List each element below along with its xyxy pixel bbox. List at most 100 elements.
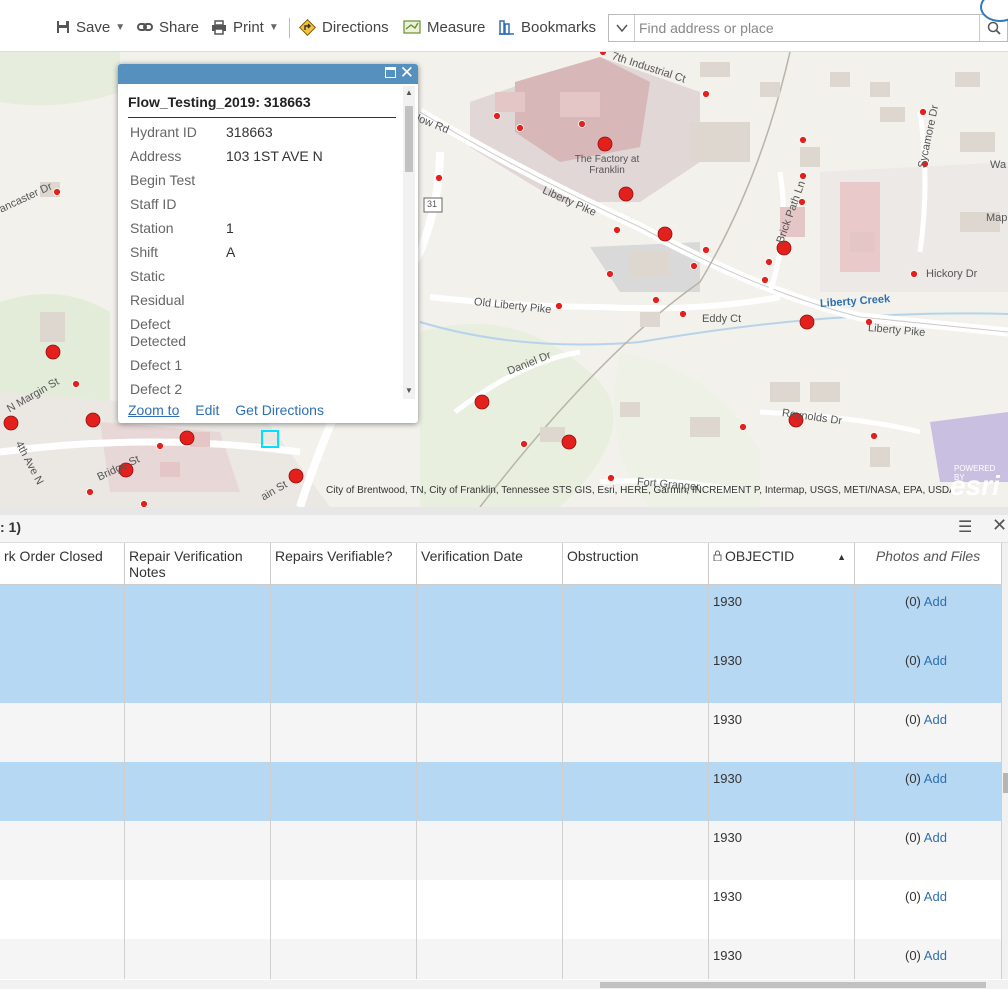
scroll-up-icon[interactable]: ▲	[405, 88, 413, 97]
close-icon[interactable]: ✕	[400, 64, 414, 83]
search-input[interactable]	[639, 18, 979, 38]
table-cell[interactable]	[271, 762, 417, 821]
table-cell[interactable]	[417, 585, 563, 644]
scroll-down-icon[interactable]: ▼	[405, 386, 413, 395]
add-attachment-link[interactable]: Add	[924, 771, 947, 786]
hydrant-marker[interactable]	[72, 380, 80, 388]
table-row[interactable]: 1930 (0) Add	[0, 821, 1002, 880]
table-cell[interactable]: 1930	[709, 939, 855, 979]
table-cell[interactable]	[417, 880, 563, 939]
table-cell[interactable]: 1930	[709, 644, 855, 703]
menu-icon[interactable]: ☰	[958, 517, 972, 537]
hydrant-marker[interactable]	[919, 108, 927, 116]
hydrant-marker[interactable]	[520, 440, 528, 448]
table-horizontal-scrollbar[interactable]	[0, 980, 1008, 989]
hydrant-marker[interactable]	[739, 423, 747, 431]
share-button[interactable]: Share	[137, 14, 199, 40]
hydrant-marker[interactable]	[53, 188, 61, 196]
hydrant-marker[interactable]	[702, 246, 710, 254]
hydrant-marker[interactable]	[618, 186, 634, 202]
table-cell[interactable]	[563, 762, 709, 821]
table-cell[interactable]	[0, 880, 125, 939]
add-attachment-link[interactable]: Add	[924, 594, 947, 609]
hydrant-marker[interactable]	[690, 262, 698, 270]
table-cell[interactable]	[271, 939, 417, 979]
table-cell[interactable]	[271, 703, 417, 762]
table-cell[interactable]	[563, 703, 709, 762]
table-cell[interactable]: (0) Add	[855, 762, 1002, 821]
selected-feature-highlight[interactable]	[261, 430, 279, 448]
directions-button[interactable]: Directions	[299, 14, 389, 40]
table-row[interactable]: 1930 (0) Add	[0, 585, 1002, 644]
save-button[interactable]: Save ▼	[56, 14, 125, 40]
table-cell[interactable]	[417, 703, 563, 762]
table-cell[interactable]: (0) Add	[855, 821, 1002, 880]
table-cell[interactable]	[271, 644, 417, 703]
hydrant-marker[interactable]	[910, 270, 918, 278]
search-source-dropdown[interactable]	[609, 15, 635, 41]
table-cell[interactable]	[125, 880, 271, 939]
scrollbar-thumb[interactable]	[600, 982, 986, 988]
table-cell[interactable]	[0, 703, 125, 762]
column-header[interactable]: Repair Verification Notes	[125, 543, 271, 585]
table-cell[interactable]: 1930	[709, 880, 855, 939]
table-cell[interactable]	[125, 762, 271, 821]
table-row[interactable]: 1930 (0) Add	[0, 880, 1002, 939]
table-cell[interactable]	[0, 585, 125, 644]
hydrant-marker[interactable]	[870, 432, 878, 440]
hydrant-marker[interactable]	[555, 302, 563, 310]
column-header[interactable]: Repairs Verifiable?	[271, 543, 417, 585]
hydrant-marker[interactable]	[493, 112, 501, 120]
table-cell[interactable]	[271, 821, 417, 880]
column-header[interactable]: Obstruction	[563, 543, 709, 585]
get-directions-link[interactable]: Get Directions	[235, 402, 324, 418]
hydrant-marker[interactable]	[679, 310, 687, 318]
table-cell[interactable]: (0) Add	[855, 585, 1002, 644]
hydrant-marker[interactable]	[702, 90, 710, 98]
table-cell[interactable]	[0, 644, 125, 703]
add-attachment-link[interactable]: Add	[924, 653, 947, 668]
table-cell[interactable]	[271, 585, 417, 644]
add-attachment-link[interactable]: Add	[924, 948, 947, 963]
table-cell[interactable]: (0) Add	[855, 939, 1002, 979]
table-cell[interactable]	[417, 821, 563, 880]
table-cell[interactable]: 1930	[709, 762, 855, 821]
table-cell[interactable]: (0) Add	[855, 644, 1002, 703]
table-cell[interactable]	[563, 585, 709, 644]
table-cell[interactable]	[125, 644, 271, 703]
table-cell[interactable]: (0) Add	[855, 880, 1002, 939]
table-row[interactable]: 1930 (0) Add	[0, 703, 1002, 762]
hydrant-marker[interactable]	[45, 344, 61, 360]
bookmarks-button[interactable]: Bookmarks	[498, 14, 596, 40]
table-row[interactable]: 1930 (0) Add	[0, 644, 1002, 703]
column-header[interactable]: Photos and Files	[855, 543, 1002, 585]
column-header[interactable]: OBJECTID ▲	[709, 543, 855, 585]
table-cell[interactable]	[0, 939, 125, 979]
column-header[interactable]: rk Order Closed	[0, 543, 125, 585]
hydrant-marker[interactable]	[474, 394, 490, 410]
measure-button[interactable]: Measure	[403, 14, 485, 40]
hydrant-marker[interactable]	[179, 430, 195, 446]
hydrant-marker[interactable]	[652, 296, 660, 304]
table-row[interactable]: 1930 (0) Add	[0, 939, 1002, 979]
print-button[interactable]: Print ▼	[211, 14, 279, 40]
table-cell[interactable]	[563, 644, 709, 703]
table-cell[interactable]	[125, 821, 271, 880]
hydrant-marker[interactable]	[765, 258, 773, 266]
table-vertical-scrollbar[interactable]	[1002, 543, 1008, 979]
table-cell[interactable]: 1930	[709, 703, 855, 762]
hydrant-marker[interactable]	[435, 174, 443, 182]
hydrant-marker[interactable]	[561, 434, 577, 450]
hydrant-marker[interactable]	[607, 474, 615, 482]
table-row[interactable]: 1930 (0) Add	[0, 762, 1002, 821]
table-cell[interactable]	[271, 880, 417, 939]
hydrant-marker[interactable]	[3, 415, 19, 431]
table-cell[interactable]	[0, 821, 125, 880]
table-cell[interactable]	[563, 821, 709, 880]
close-icon[interactable]: ✕	[992, 515, 1007, 536]
hydrant-marker[interactable]	[657, 226, 673, 242]
hydrant-marker[interactable]	[516, 124, 524, 132]
hydrant-marker[interactable]	[599, 52, 607, 56]
hydrant-marker[interactable]	[799, 314, 815, 330]
add-attachment-link[interactable]: Add	[924, 830, 947, 845]
